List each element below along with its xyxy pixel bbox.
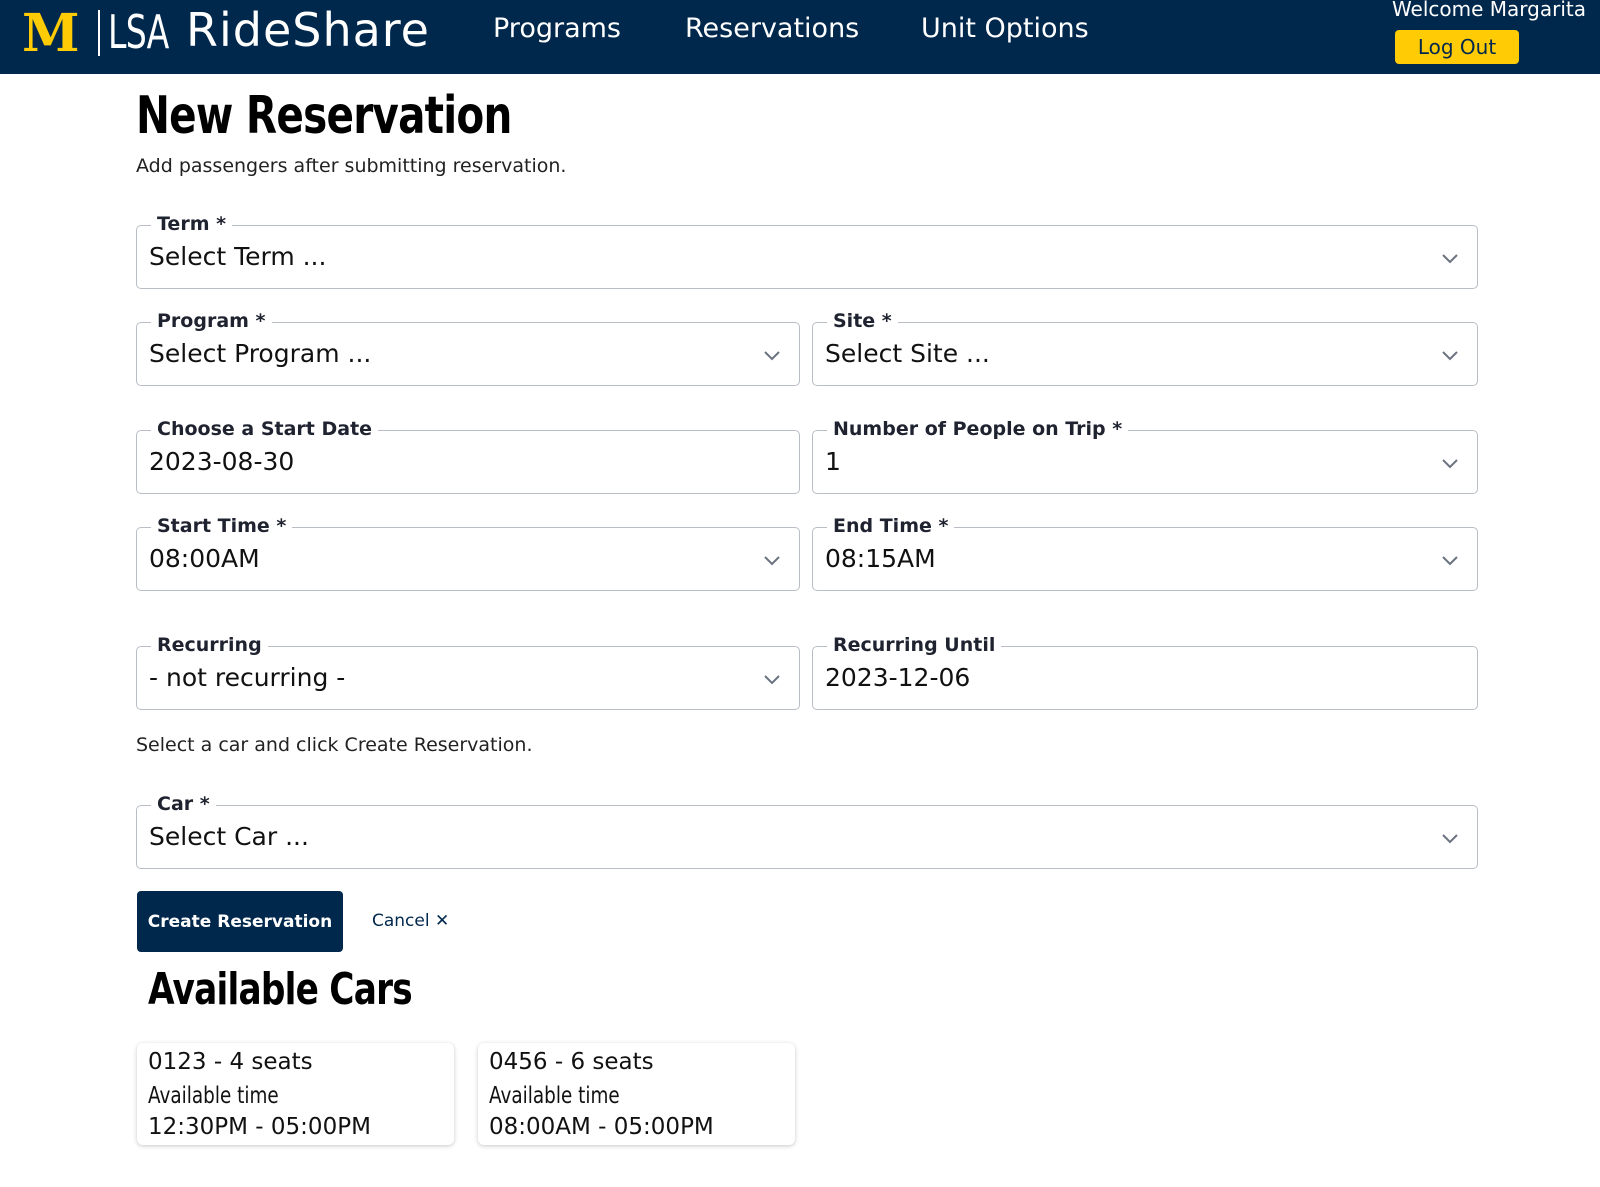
page-title: New Reservation	[136, 86, 512, 146]
car-available-time: 08:00AM - 05:00PM	[489, 1114, 714, 1140]
start-date-value: 2023-08-30	[149, 447, 295, 476]
chevron-down-icon	[1442, 351, 1458, 361]
site-value: Select Site ...	[825, 339, 990, 368]
term-select[interactable]: Term * Select Term ...	[136, 212, 1478, 289]
cancel-label: Cancel	[372, 911, 430, 931]
end-time-label: End Time *	[827, 514, 955, 538]
available-cars-title: Available Cars	[148, 964, 413, 1015]
car-label: Car *	[151, 792, 216, 816]
nav-unit-options[interactable]: Unit Options	[921, 12, 1089, 46]
term-value: Select Term ...	[149, 242, 327, 271]
start-time-select[interactable]: Start Time * 08:00AM	[136, 514, 800, 591]
chevron-down-icon	[764, 351, 780, 361]
start-date-label: Choose a Start Date	[151, 417, 379, 441]
recurring-value: - not recurring -	[149, 663, 346, 692]
people-label: Number of People on Trip *	[827, 417, 1129, 441]
cancel-link[interactable]: Cancel ✕	[372, 909, 449, 933]
car-select[interactable]: Car * Select Car ...	[136, 792, 1478, 869]
create-reservation-button[interactable]: Create Reservation	[137, 891, 343, 952]
car-name: 0123 - 4 seats	[148, 1049, 313, 1075]
start-time-value: 08:00AM	[149, 544, 260, 573]
car-available-time: 12:30PM - 05:00PM	[148, 1114, 371, 1140]
end-time-value: 08:15AM	[825, 544, 936, 573]
recurring-label: Recurring	[151, 633, 268, 657]
recurring-until-label: Recurring Until	[827, 633, 1002, 657]
nav-programs[interactable]: Programs	[493, 12, 621, 46]
start-date-input[interactable]: Choose a Start Date 2023-08-30	[136, 417, 800, 494]
recurring-until-input[interactable]: Recurring Until 2023-12-06	[812, 633, 1478, 710]
term-label: Term *	[151, 212, 233, 236]
recurring-select[interactable]: Recurring - not recurring -	[136, 633, 800, 710]
end-time-select[interactable]: End Time * 08:15AM	[812, 514, 1478, 591]
car-hint-text: Select a car and click Create Reservatio…	[136, 734, 533, 756]
people-select[interactable]: Number of People on Trip * 1	[812, 417, 1478, 494]
car-available-label: Available time	[489, 1083, 620, 1109]
chevron-down-icon	[1442, 556, 1458, 566]
chevron-down-icon	[1442, 459, 1458, 469]
page-subtitle: Add passengers after submitting reservat…	[136, 155, 567, 177]
close-icon: ✕	[435, 911, 450, 931]
chevron-down-icon	[1442, 254, 1458, 264]
start-time-label: Start Time *	[151, 514, 293, 538]
car-name: 0456 - 6 seats	[489, 1049, 654, 1075]
nav-reservations[interactable]: Reservations	[685, 12, 859, 46]
program-label: Program *	[151, 309, 272, 333]
top-navbar: M LSA RideShare Programs Reservations Un…	[0, 0, 1600, 74]
chevron-down-icon	[764, 556, 780, 566]
program-select[interactable]: Program * Select Program ...	[136, 309, 800, 386]
logo-block-m[interactable]: M	[22, 8, 80, 60]
logo-divider	[98, 10, 100, 56]
car-value: Select Car ...	[149, 822, 309, 851]
site-select[interactable]: Site * Select Site ...	[812, 309, 1478, 386]
logo-lsa[interactable]: LSA	[108, 6, 169, 58]
car-available-label: Available time	[148, 1083, 279, 1109]
logout-button[interactable]: Log Out	[1395, 30, 1519, 64]
site-label: Site *	[827, 309, 898, 333]
welcome-text: Welcome Margarita	[1391, 0, 1586, 21]
program-value: Select Program ...	[149, 339, 372, 368]
chevron-down-icon	[764, 675, 780, 685]
app-name[interactable]: RideShare	[186, 4, 430, 56]
chevron-down-icon	[1442, 834, 1458, 844]
car-card[interactable]: 0123 - 4 seats Available time 12:30PM - …	[137, 1043, 454, 1145]
people-value: 1	[825, 447, 841, 476]
car-card[interactable]: 0456 - 6 seats Available time 08:00AM - …	[478, 1043, 795, 1145]
recurring-until-value: 2023-12-06	[825, 663, 971, 692]
